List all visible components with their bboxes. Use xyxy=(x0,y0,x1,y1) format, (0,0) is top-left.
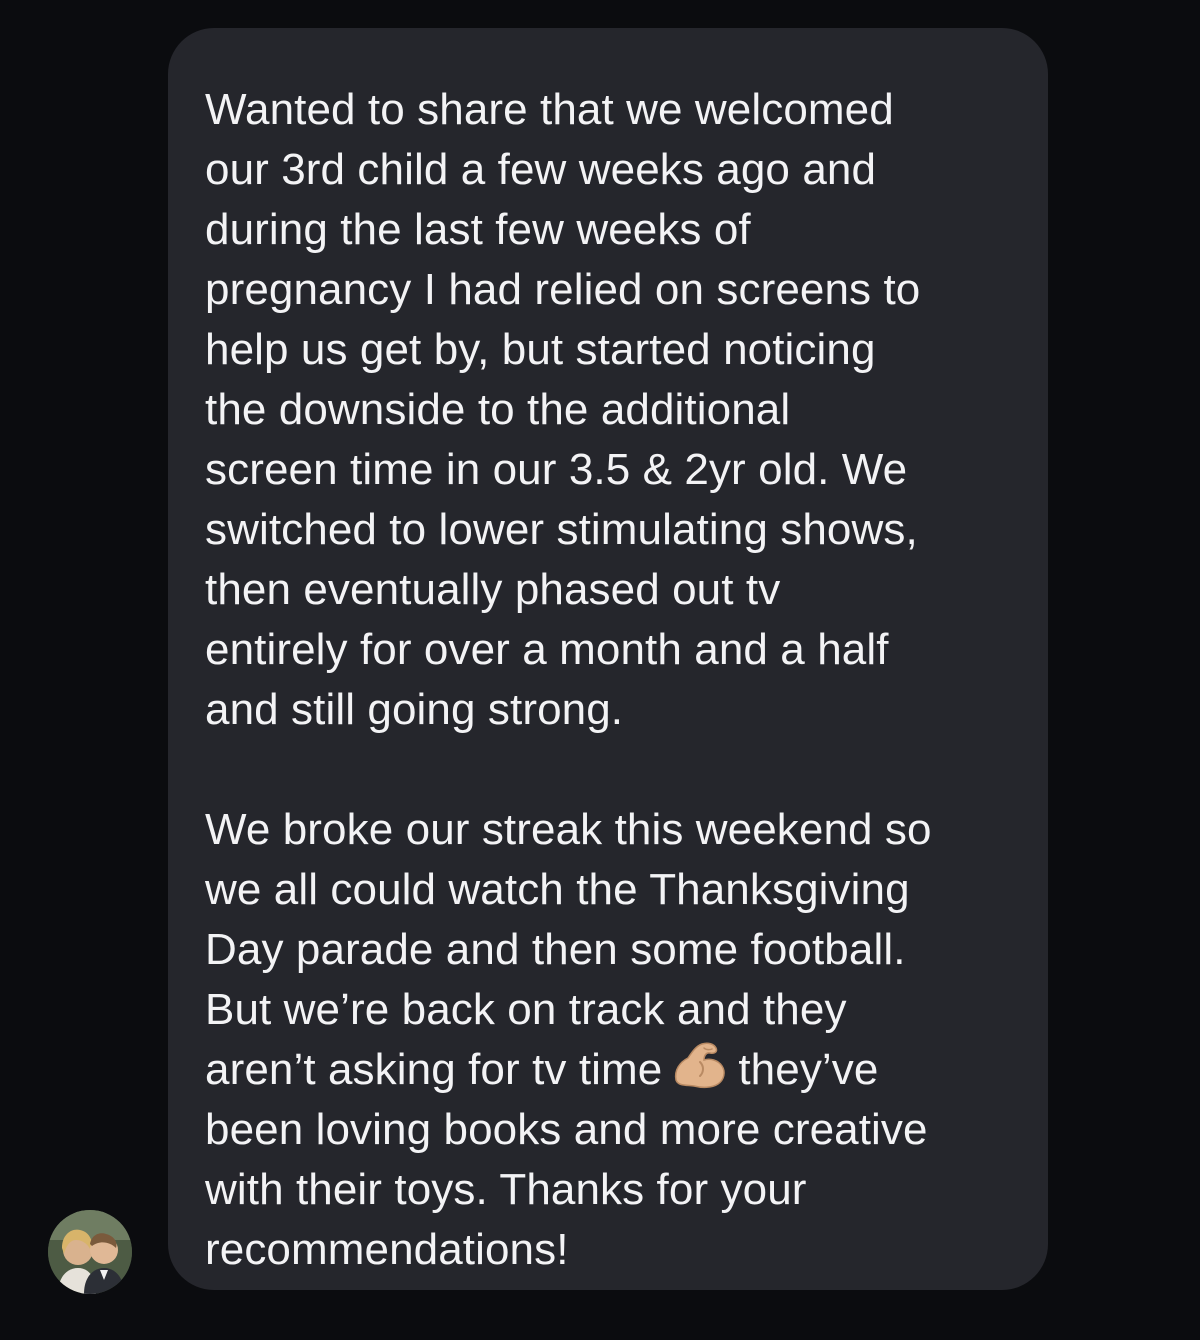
message-line: help us get by, but started noticing xyxy=(205,325,876,374)
message-bubble[interactable]: Wanted to share that we welcomed our 3rd… xyxy=(168,28,1048,1290)
message-line: the downside to the additional xyxy=(205,385,791,434)
message-line: our 3rd child a few weeks ago and xyxy=(205,145,877,194)
message-line: been loving books and more creative xyxy=(205,1105,928,1154)
message-text: Wanted to share that we welcomed our 3rd… xyxy=(205,80,1008,1280)
message-line: pregnancy I had relied on screens to xyxy=(205,265,921,314)
message-line: Wanted to share that we welcomed xyxy=(205,85,894,134)
message-line-with-emoji: aren’t asking for tv time they’ve xyxy=(205,1040,1008,1100)
message-line: with their toys. Thanks for your xyxy=(205,1165,807,1214)
message-line: then eventually phased out tv xyxy=(205,565,781,614)
message-line: Day parade and then some football. xyxy=(205,925,906,974)
message-line: switched to lower stimulating shows, xyxy=(205,505,918,554)
message-line: and still going strong. xyxy=(205,685,624,734)
message-line: But we’re back on track and they xyxy=(205,985,847,1034)
flexed-biceps-icon xyxy=(670,1040,728,1090)
chat-screen: Wanted to share that we welcomed our 3rd… xyxy=(0,0,1200,1340)
avatar-photo-icon xyxy=(48,1210,132,1294)
message-line: entirely for over a month and a half xyxy=(205,625,889,674)
message-line: we all could watch the Thanksgiving xyxy=(205,865,910,914)
message-line: during the last few weeks of xyxy=(205,205,751,254)
emoji-line-after: they’ve xyxy=(738,1045,879,1094)
message-paragraph-2: We broke our streak this weekend so we a… xyxy=(205,800,1008,1280)
message-line: screen time in our 3.5 & 2yr old. We xyxy=(205,445,908,494)
message-line: We broke our streak this weekend so xyxy=(205,805,932,854)
emoji-line-before: aren’t asking for tv time xyxy=(205,1045,663,1094)
message-paragraph-1: Wanted to share that we welcomed our 3rd… xyxy=(205,80,1008,740)
avatar[interactable] xyxy=(48,1210,132,1294)
message-line: recommendations! xyxy=(205,1225,569,1274)
